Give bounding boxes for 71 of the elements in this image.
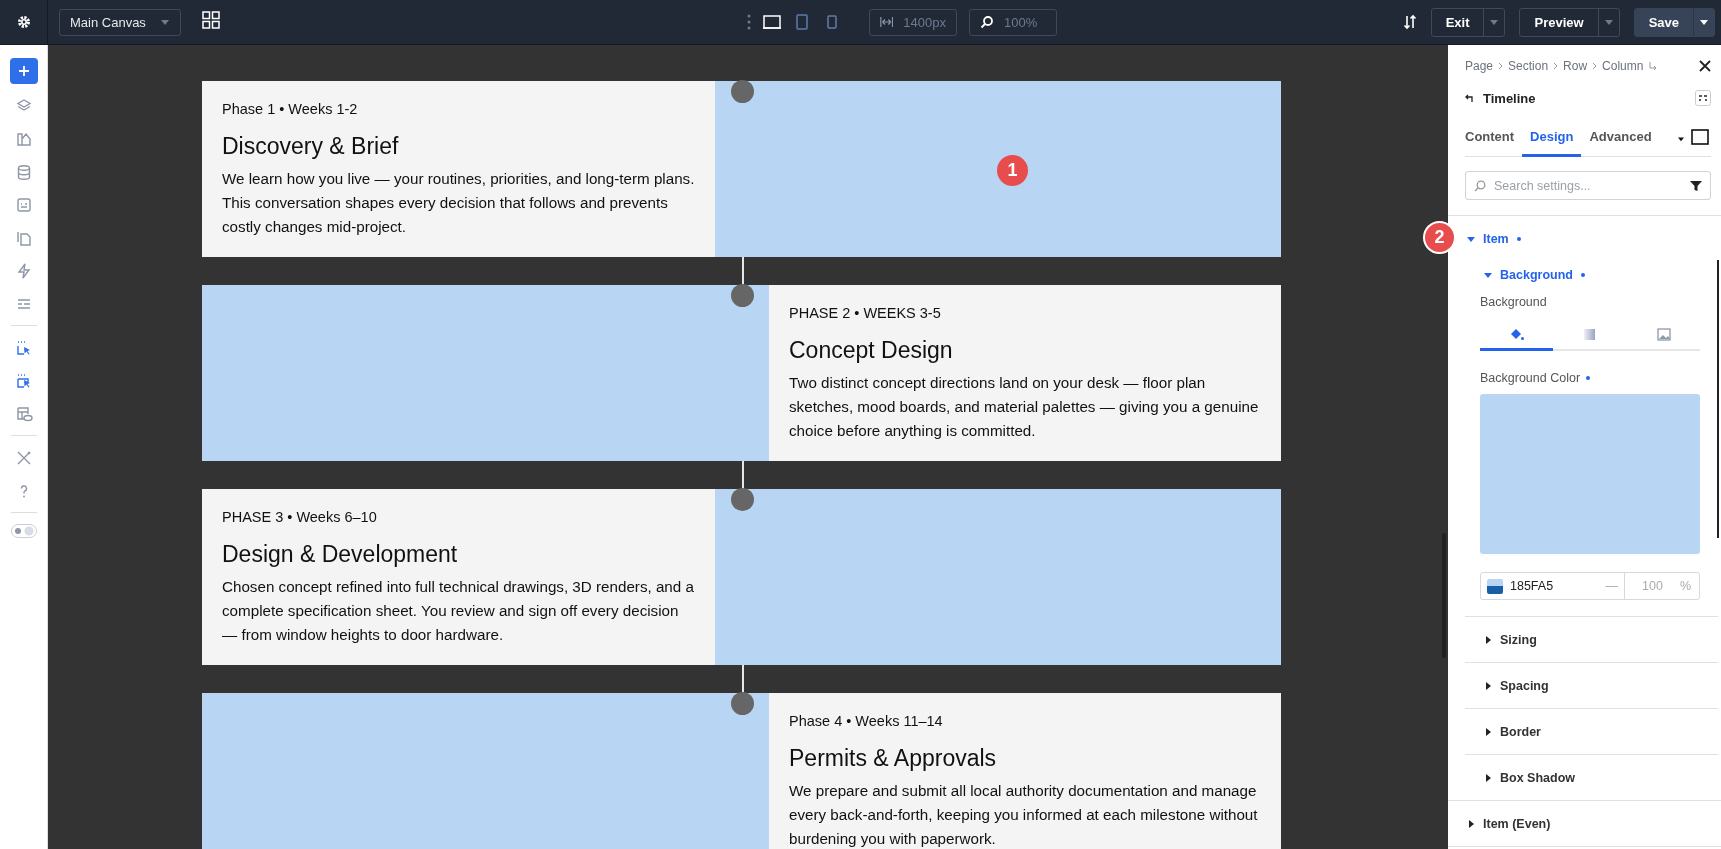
- field-label: Background: [1480, 294, 1548, 311]
- phase-label: PHASE 2 • WEEKS 3-5: [789, 304, 942, 323]
- phase-label: PHASE 3 • Weeks 6–10: [222, 508, 378, 527]
- card-text: Two distinct concept directions land on your desk — floor plan sketches, mood boards, and material palettes — giving you a genuine choice before anything is committed.: [789, 373, 1260, 441]
- more-icon[interactable]: [747, 14, 751, 30]
- caret-icon: [1603, 18, 1614, 26]
- chevron-icon: [1592, 62, 1598, 70]
- phase-label: Phase 1 • Weeks 1-2: [222, 100, 359, 119]
- search-bar[interactable]: Search settings...: [1465, 171, 1711, 200]
- add-button[interactable]: [9, 58, 38, 84]
- settings-tab[interactable]: Advanced: [1581, 129, 1660, 157]
- opacity-value: 100: [1642, 579, 1663, 593]
- caret-icon: [1699, 18, 1709, 26]
- return-icon[interactable]: [1648, 61, 1659, 71]
- module-title: Timeline: [1483, 90, 1536, 106]
- toggle-switch[interactable]: [10, 524, 37, 538]
- breadcrumb-link[interactable]: Row: [1563, 59, 1588, 73]
- tablet-icon[interactable]: [793, 13, 811, 31]
- caret-icon: [1489, 18, 1500, 26]
- filter-icon[interactable]: [1690, 179, 1702, 192]
- search-icon: [1474, 179, 1486, 192]
- breadcrumb-link[interactable]: Column: [1602, 59, 1644, 73]
- canvas-select[interactable]: Main Canvas: [59, 8, 181, 36]
- color-input[interactable]: 185FA5 — 100 %: [1480, 572, 1700, 600]
- options-icon[interactable]: [1695, 90, 1711, 106]
- form-icon[interactable]: [14, 195, 33, 214]
- layout-preview-icon[interactable]: [14, 404, 33, 423]
- desktop-icon[interactable]: [763, 13, 781, 31]
- section-header[interactable]: Sizing: [1465, 617, 1718, 662]
- scrollbar[interactable]: [1717, 260, 1719, 538]
- caret-icon[interactable]: [1677, 136, 1685, 142]
- width-icon: [880, 15, 894, 29]
- toolbar-button[interactable]: Preview: [1519, 7, 1620, 37]
- plus-icon: [17, 65, 30, 77]
- unit-label: %: [1679, 579, 1691, 593]
- search-input[interactable]: Search settings...: [1492, 177, 1684, 194]
- back-icon[interactable]: [1465, 93, 1475, 103]
- sort-icon[interactable]: [1402, 14, 1417, 30]
- settings-tab[interactable]: Design: [1522, 129, 1582, 157]
- settings-icon[interactable]: [15, 14, 32, 30]
- section-header[interactable]: Item: [1458, 216, 1721, 261]
- card-title: Design & Development: [222, 540, 459, 569]
- chevron-icon: [1553, 62, 1559, 70]
- breadcrumb-link[interactable]: Page: [1465, 59, 1494, 73]
- search-icon: [980, 15, 994, 29]
- grid-icon[interactable]: [202, 11, 220, 29]
- toolbar-button[interactable]: Exit: [1430, 7, 1506, 37]
- card-text: We learn how you live — your routines, priorities, and long-term plans. This conversation shapes every decision that follows and prevents costly changes mid-project.: [222, 169, 695, 237]
- field-label: Background Color: [1480, 371, 1581, 385]
- dash-separator: —: [1604, 579, 1619, 593]
- hex-value: 185FA5: [1510, 579, 1555, 593]
- section-header[interactable]: Border: [1465, 709, 1718, 754]
- close-icon[interactable]: [1699, 60, 1711, 72]
- section-header[interactable]: Item (Even): [1458, 801, 1721, 846]
- square-icon[interactable]: [1691, 129, 1709, 145]
- card-title: Concept Design: [789, 336, 954, 365]
- card-text: We prepare and submit all local authority documentation and manage every back-and-forth, keeping you informed at each milestone without burdening you with paperwork.: [789, 781, 1259, 849]
- settings-tab[interactable]: Content: [1465, 129, 1523, 157]
- card-title: Discovery & Brief: [222, 132, 400, 161]
- card-title: Permits & Approvals: [789, 744, 998, 773]
- caret-icon: [160, 18, 170, 26]
- chevron-icon: [1498, 62, 1504, 70]
- color-preview[interactable]: [1480, 394, 1700, 554]
- save-button[interactable]: Save: [1633, 7, 1715, 37]
- image-icon: [1654, 326, 1672, 343]
- breadcrumb-link[interactable]: Section: [1508, 59, 1549, 73]
- section-header[interactable]: Spacing: [1465, 663, 1718, 708]
- color-swatch[interactable]: [1487, 578, 1503, 594]
- card-text: Chosen concept refined into full technical drawings, 3D renders, and a complete specification sheet. You review and sign off every decision — from window heights to door hardware.: [222, 577, 695, 645]
- phase-label: Phase 4 • Weeks 11–14: [789, 712, 944, 731]
- section-header[interactable]: Box Shadow: [1465, 755, 1718, 800]
